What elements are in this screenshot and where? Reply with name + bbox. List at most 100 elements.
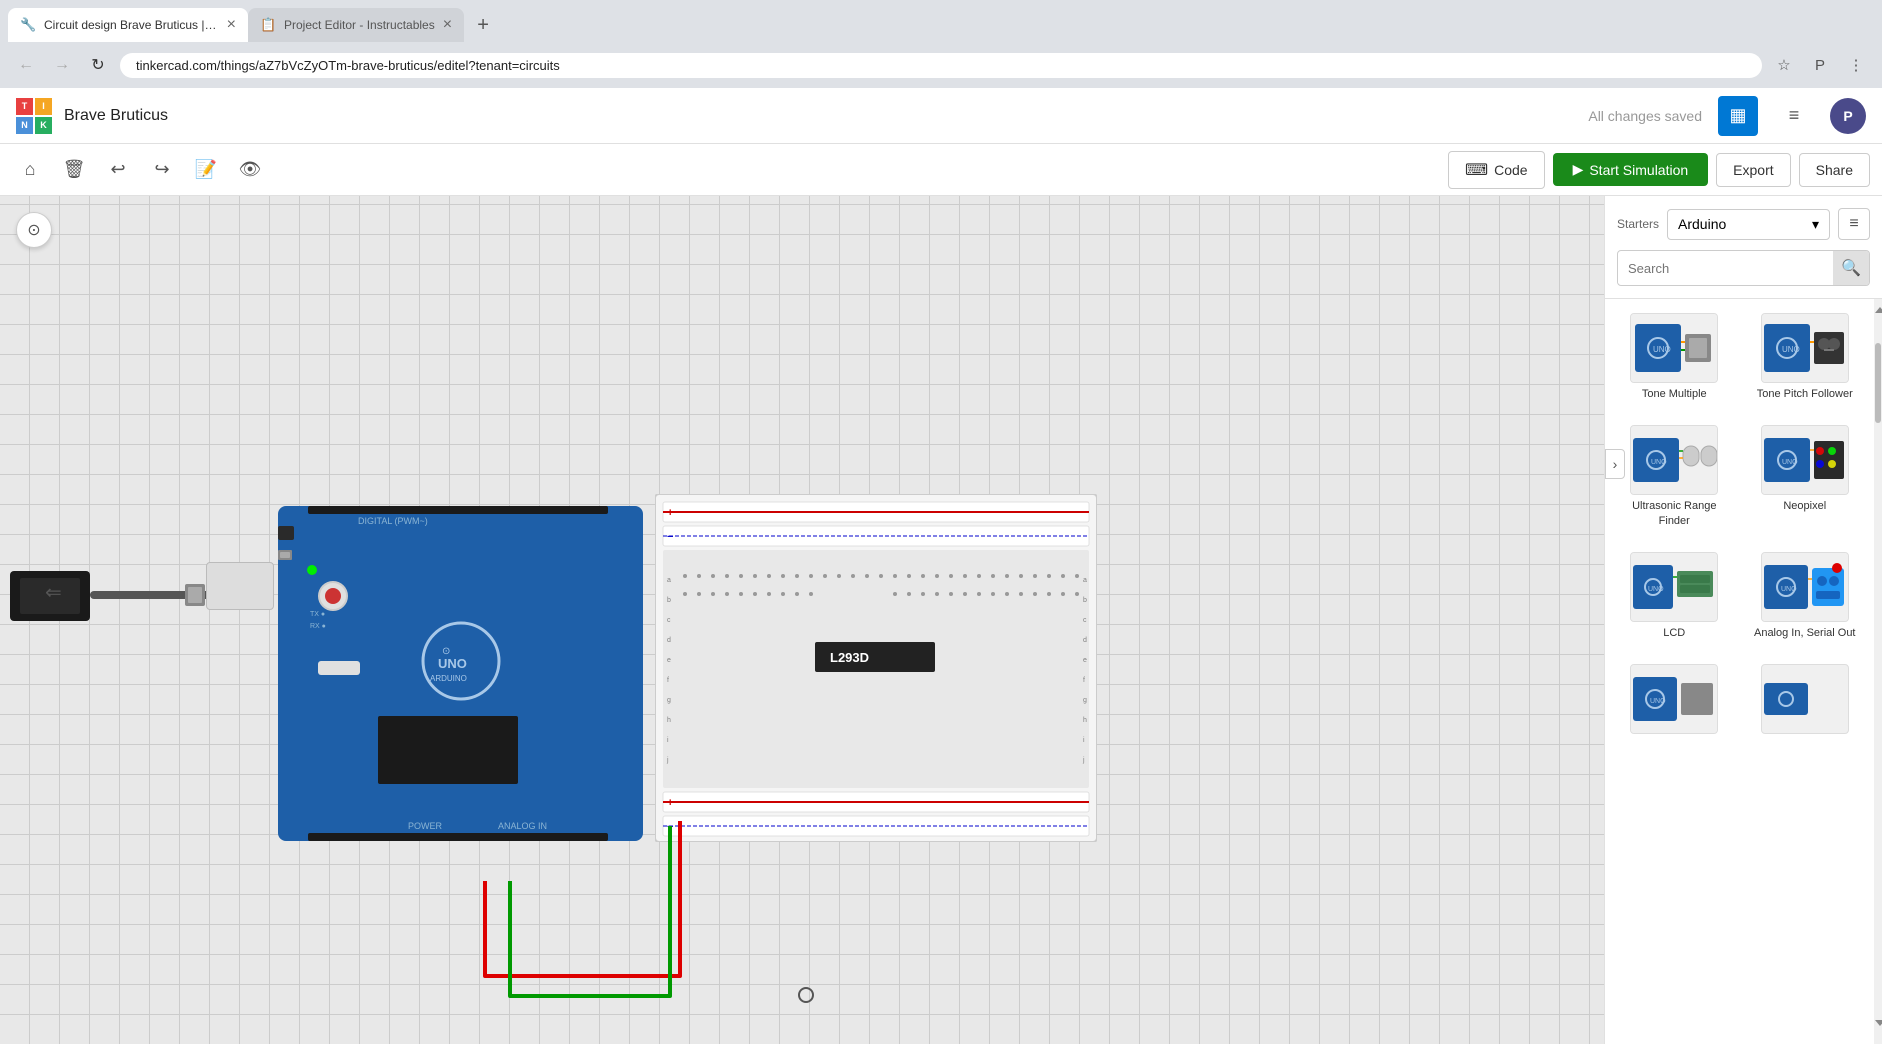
panel-row-1: UNO Tone Multiple (1613, 307, 1866, 407)
new-tab-button[interactable]: + (468, 10, 498, 40)
svg-text:ARDUINO: ARDUINO (430, 674, 467, 683)
svg-text:d: d (667, 637, 671, 644)
analog-serial-label: Analog In, Serial Out (1754, 626, 1856, 640)
simulate-label: Start Simulation (1589, 162, 1688, 178)
address-bar: ← → ↻ ☆ P ⋮ (0, 42, 1882, 88)
panel-item-bottom1[interactable]: UNO (1613, 658, 1736, 740)
home-button[interactable]: ⌂ (12, 152, 48, 188)
redo-button[interactable]: ↪ (144, 152, 180, 188)
starters-label: Starters (1617, 217, 1659, 231)
bookmark-button[interactable]: ☆ (1770, 51, 1798, 79)
panel-item-tone-multiple[interactable]: UNO Tone Multiple (1613, 307, 1736, 407)
logo-k: K (35, 117, 52, 134)
logo-n: N (16, 117, 33, 134)
svg-text:UNO: UNO (1648, 586, 1664, 593)
app-title: Brave Bruticus (64, 107, 1576, 125)
inspector-button[interactable]: 👁 (232, 152, 268, 188)
delete-button[interactable]: 🗑 (56, 152, 92, 188)
right-panel: Starters Arduino ▾ ≡ 🔍 (1604, 196, 1882, 1044)
tab2-close[interactable]: × (443, 16, 452, 34)
svg-text:POWER: POWER (408, 821, 443, 831)
svg-text:j: j (1082, 757, 1085, 764)
svg-text:e: e (667, 657, 671, 664)
breadboard[interactable]: // We can't use script inside SVG in thi… (655, 494, 1097, 842)
share-button[interactable]: Share (1799, 153, 1870, 187)
svg-text:d: d (1083, 637, 1087, 644)
svg-text:c: c (1083, 617, 1087, 624)
svg-text:UNO: UNO (1650, 698, 1666, 705)
panel-scroll-area: UNO Tone Multiple (1605, 299, 1882, 1044)
starters-dropdown[interactable]: Arduino ▾ (1667, 209, 1830, 240)
tone-pitch-img: UNO (1761, 313, 1849, 383)
panel-item-ultrasonic[interactable]: UNO Ultrasonic Range Finder (1613, 419, 1736, 534)
reload-button[interactable]: ↻ (84, 51, 112, 79)
expand-arrow[interactable]: › (1605, 449, 1625, 479)
app-header: T I N K Brave Bruticus All changes saved… (0, 88, 1882, 144)
scrollbar-thumb[interactable] (1875, 343, 1881, 423)
avatar[interactable]: P (1830, 98, 1866, 134)
svg-text:a: a (667, 577, 671, 584)
list-view-button[interactable]: ≡ (1774, 96, 1814, 136)
svg-text:UNO: UNO (438, 656, 467, 671)
neopixel-label: Neopixel (1783, 499, 1826, 513)
svg-text:L293D: L293D (830, 650, 869, 665)
wire-green (500, 826, 680, 1001)
header-right: All changes saved ▦ ≡ P (1588, 96, 1866, 136)
panel-header: Starters Arduino ▾ ≡ 🔍 (1605, 196, 1882, 299)
svg-text:a: a (1083, 577, 1087, 584)
usb-connector (206, 562, 274, 610)
search-icon: 🔍 (1841, 258, 1861, 278)
back-button[interactable]: ← (12, 51, 40, 79)
notes-button[interactable]: 📝 (188, 152, 224, 188)
tone-multiple-label: Tone Multiple (1642, 387, 1707, 401)
panel-item-lcd[interactable]: UNO LCD (1613, 546, 1736, 646)
panel-scrollbar[interactable] (1874, 299, 1882, 1044)
panel-item-tone-pitch[interactable]: UNO Tone Pitch Follower (1744, 307, 1867, 407)
svg-text:RX ●: RX ● (310, 623, 326, 630)
simulate-icon: ▶ (1573, 161, 1584, 178)
tone-multiple-img: UNO (1630, 313, 1718, 383)
code-button[interactable]: ⌨ Code (1448, 151, 1545, 189)
panel-item-analog-serial[interactable]: UNO Analog In, Serial Out (1744, 546, 1867, 646)
svg-text:UNO: UNO (1782, 459, 1798, 466)
svg-text:TX ●: TX ● (310, 611, 325, 618)
search-button[interactable]: 🔍 (1833, 251, 1869, 285)
grid-view-button[interactable]: ▦ (1718, 96, 1758, 136)
cursor (800, 989, 808, 997)
export-label: Export (1733, 162, 1773, 178)
forward-button[interactable]: → (48, 51, 76, 79)
url-input[interactable] (120, 53, 1762, 78)
save-status: All changes saved (1588, 108, 1702, 124)
ultrasonic-label: Ultrasonic Range Finder (1617, 499, 1732, 528)
active-tab[interactable]: 🔧 Circuit design Brave Bruticus | Ti... … (8, 8, 248, 42)
panel-list-button[interactable]: ≡ (1838, 208, 1870, 240)
export-button[interactable]: Export (1716, 153, 1790, 187)
lcd-img: UNO (1630, 552, 1718, 622)
panel-item-neopixel[interactable]: UNO Neopixel (1744, 419, 1867, 534)
inactive-tab[interactable]: 📋 Project Editor - Instructables × (248, 8, 464, 42)
canvas-area[interactable]: ⊙ ⇐ (0, 196, 1604, 1044)
code-label: Code (1494, 162, 1527, 178)
tab1-title: Circuit design Brave Bruticus | Ti... (44, 18, 219, 32)
svg-text:g: g (667, 697, 671, 704)
svg-text:c: c (667, 617, 671, 624)
simulate-button[interactable]: ▶ Start Simulation (1553, 153, 1709, 186)
svg-text:e: e (1083, 657, 1087, 664)
arduino-board[interactable]: ⊙ UNO ARDUINO TX ● RX ● DIGITAL (PWM~) A… (278, 506, 643, 841)
svg-text:b: b (667, 597, 671, 604)
panel-row-3: UNO LCD (1613, 546, 1866, 646)
panel-item-bottom2[interactable] (1744, 658, 1867, 740)
svg-text:h: h (1083, 717, 1087, 724)
code-icon: ⌨ (1465, 160, 1488, 180)
svg-text:+: + (667, 507, 673, 519)
menu-button[interactable]: ⋮ (1842, 51, 1870, 79)
profile-button[interactable]: P (1806, 51, 1834, 79)
search-input[interactable] (1618, 254, 1833, 283)
undo-button[interactable]: ↩ (100, 152, 136, 188)
main-content: ⊙ ⇐ (0, 196, 1882, 1044)
tab1-close[interactable]: × (227, 16, 236, 34)
svg-text:DIGITAL (PWM~): DIGITAL (PWM~) (358, 516, 428, 526)
svg-text:−: − (667, 531, 673, 543)
lcd-label: LCD (1663, 626, 1685, 640)
toolbar-right: ⌨ Code ▶ Start Simulation Export Share (1448, 151, 1870, 189)
